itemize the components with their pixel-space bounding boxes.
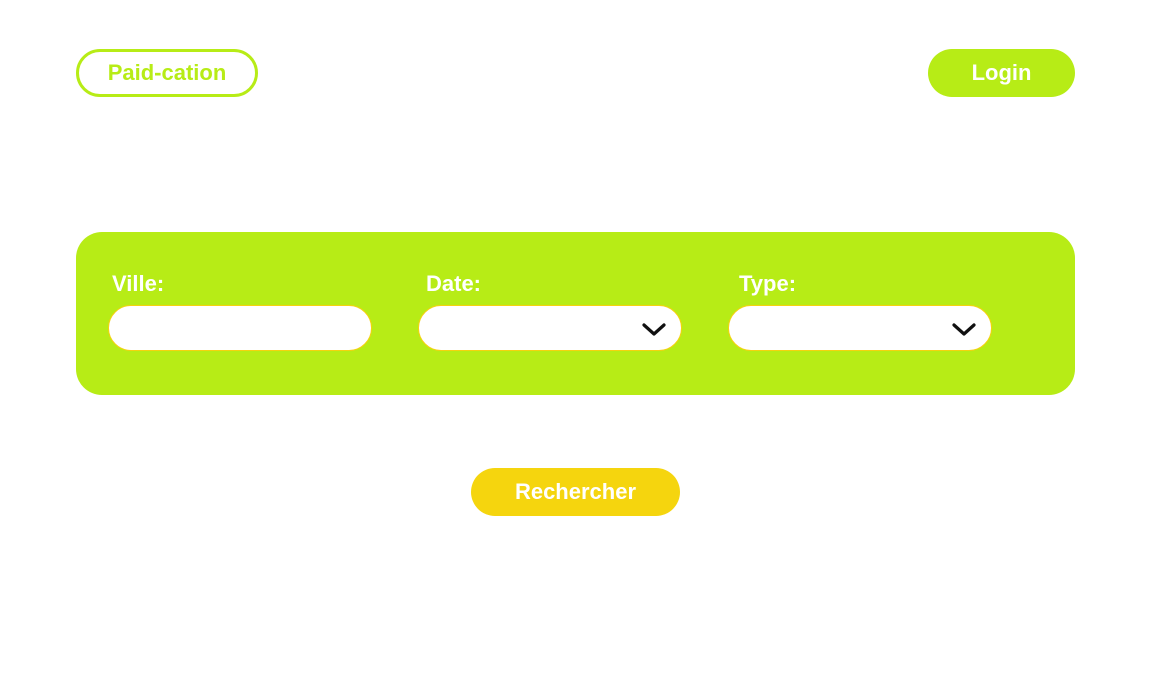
search-button-label: Rechercher (514, 479, 637, 504)
type-select[interactable] (728, 305, 992, 351)
page: Paid-cation Login Ville: Date: Type: Rec… (0, 0, 1152, 700)
login-button[interactable]: Login (928, 49, 1075, 97)
search-button[interactable]: Rechercher (471, 468, 680, 516)
logo-button[interactable]: Paid-cation (76, 49, 258, 97)
chevron-down-icon[interactable] (951, 318, 977, 340)
type-label: Type: (739, 271, 797, 296)
city-label: Ville: (112, 271, 165, 296)
search-panel: Ville: Date: Type: (76, 232, 1075, 395)
date-label: Date: (426, 271, 482, 296)
city-input[interactable] (109, 306, 371, 350)
date-select[interactable] (418, 305, 682, 351)
login-label: Login (971, 60, 1032, 85)
city-field[interactable] (108, 305, 372, 351)
logo-label: Paid-cation (107, 60, 227, 85)
chevron-down-icon[interactable] (641, 318, 667, 340)
